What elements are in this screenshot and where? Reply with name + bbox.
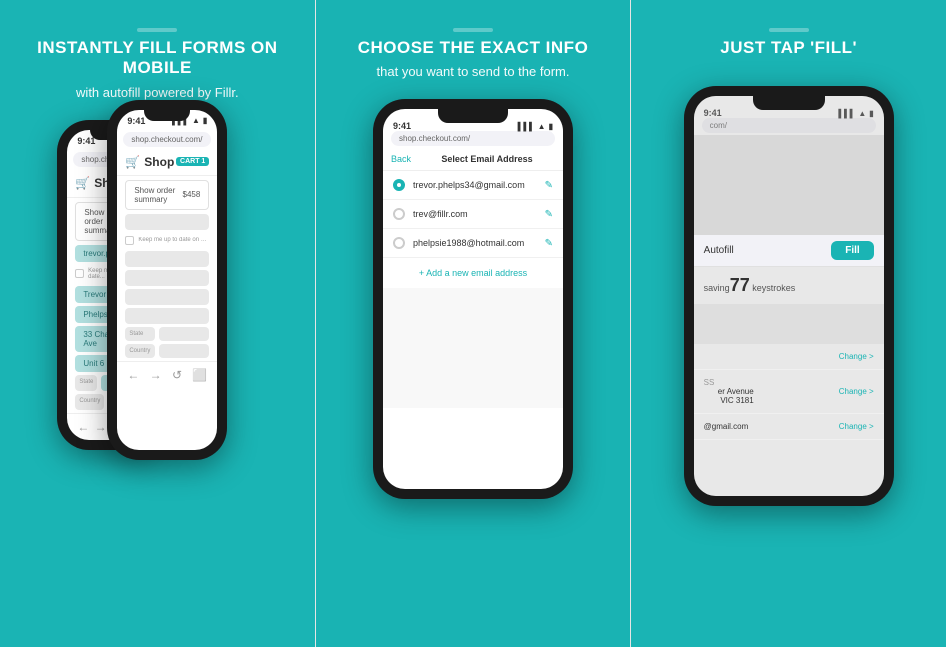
change-link-2[interactable]: Change >	[839, 387, 874, 396]
gap-area	[694, 304, 884, 344]
shop-label-front: Shop	[144, 155, 174, 169]
cart-icon-front: 🛒	[125, 155, 140, 169]
wifi-icon-3: ▲	[858, 109, 866, 118]
top-pill-3	[769, 28, 809, 32]
email-text-1: trevor.phelps34@gmail.com	[413, 180, 537, 190]
main-container: INSTANTLY FILL FORMS ON MOBILE with auto…	[0, 0, 946, 647]
top-pill	[137, 28, 177, 32]
autofill-row-2: SS er Avenue VIC 3181 Change >	[694, 370, 884, 414]
email-text-3: phelpsie1988@hotmail.com	[413, 238, 537, 248]
share-btn-front[interactable]: ⬜	[192, 368, 207, 382]
phone-stack-1: 9:41 ▌▌▌ ▲ ▮ shop.checkout.com/ 🛒 Sh	[87, 100, 227, 460]
email-select-header: Back Select Email Address	[383, 148, 563, 171]
battery-icon-2: ▮	[549, 122, 553, 131]
refresh-btn-front[interactable]: ↺	[172, 368, 182, 382]
phone-2: 9:41 ▌▌▌ ▲ ▮ shop.checkout.com/ Back Sel…	[373, 99, 573, 499]
status-icons-3: ▌▌▌ ▲ ▮	[838, 109, 873, 118]
autofill-row-3: @gmail.com Change >	[694, 414, 884, 440]
edit-icon-3[interactable]: ✎	[545, 238, 553, 249]
panel-1: INSTANTLY FILL FORMS ON MOBILE with auto…	[0, 0, 315, 647]
email-select-title: Select Email Address	[419, 154, 555, 164]
row2-value: er Avenue VIC 3181	[704, 387, 754, 405]
back-link-2[interactable]: Back	[391, 154, 411, 164]
edit-icon-1[interactable]: ✎	[545, 180, 553, 191]
autofill-row-1: Change >	[694, 344, 884, 370]
radio-selected[interactable]	[393, 179, 405, 191]
url-bar-3: com/	[702, 118, 876, 133]
field-fn-front	[125, 251, 209, 267]
checkbox-row-front: Keep me up to date on news and exclusive…	[117, 233, 217, 248]
phone-3: 9:41 ▌▌▌ ▲ ▮ com/ Autofill Fill	[684, 86, 894, 506]
field-unit-front	[125, 308, 209, 324]
signal-icon-3: ▌▌▌	[838, 109, 855, 118]
checkbox-back	[75, 269, 84, 278]
status-time-2: 9:41	[393, 121, 411, 131]
autofill-label: Autofill	[704, 245, 734, 256]
back-btn-front[interactable]: ←	[127, 368, 139, 382]
add-email-link[interactable]: + Add a new email address	[383, 258, 563, 288]
panel-2-title: CHOOSE THE EXACT INFO	[358, 38, 589, 58]
row3-value: @gmail.com	[704, 422, 735, 431]
status-icons-2: ▌▌▌ ▲ ▮	[518, 122, 553, 131]
panel-3: JUST TAP 'FILL' 9:41 ▌▌▌ ▲ ▮ com/	[631, 0, 946, 647]
cart-badge-front: CART 1	[176, 157, 209, 166]
change-link-1[interactable]: Change >	[839, 352, 874, 361]
field-ln-front	[125, 270, 209, 286]
panel-1-title: INSTANTLY FILL FORMS ON MOBILE	[16, 38, 299, 79]
fill-button[interactable]: Fill	[831, 241, 873, 260]
checkbox-label-front: Keep me up to date on news and exclusive…	[138, 237, 208, 243]
browser-bar-front: ← → ↺ ⬜	[117, 361, 217, 388]
signal-icon-2: ▌▌▌	[518, 122, 535, 131]
fwd-btn-front[interactable]: →	[150, 368, 162, 382]
url-bar-2: shop.checkout.com/	[391, 131, 555, 146]
keystroke-saving: saving77 keystrokes	[694, 267, 884, 304]
autofill-bar: Autofill Fill	[694, 235, 884, 267]
screen-bottom-area	[383, 288, 563, 408]
phone-front: 9:41 ▌▌▌ ▲ ▮ shop.checkout.com/ 🛒 Sh	[107, 100, 247, 460]
change-link-3[interactable]: Change >	[839, 422, 874, 431]
battery-icon-front: ▮	[203, 116, 207, 125]
email-option-1[interactable]: trevor.phelps34@gmail.com ✎	[383, 171, 563, 200]
battery-icon-3: ▮	[869, 109, 873, 118]
shop-logo-front: 🛒 Shop	[125, 155, 174, 169]
panel-2: CHOOSE THE EXACT INFO that you want to s…	[316, 0, 631, 647]
field-email-front	[125, 214, 209, 230]
panel-3-title: JUST TAP 'FILL'	[720, 38, 857, 58]
shop-header-front: 🛒 Shop CART 1	[117, 149, 217, 176]
email-option-2[interactable]: trev@fillr.com ✎	[383, 200, 563, 229]
saving-prefix: saving	[704, 283, 730, 293]
radio-empty-3[interactable]	[393, 237, 405, 249]
back-btn-back[interactable]: ←	[77, 420, 89, 434]
checkbox-front	[125, 236, 134, 245]
wifi-icon-2: ▲	[538, 122, 546, 131]
page-content-area	[694, 135, 884, 235]
saving-num: 77	[730, 275, 750, 295]
status-time-3: 9:41	[704, 108, 722, 118]
status-time-front: 9:41	[127, 116, 145, 126]
radio-empty-2[interactable]	[393, 208, 405, 220]
field-addr-front	[125, 289, 209, 305]
order-summary-front: Show order summary $458	[125, 180, 209, 210]
fwd-btn-back[interactable]: →	[95, 420, 107, 434]
email-text-2: trev@fillr.com	[413, 209, 537, 219]
top-pill-2	[453, 28, 493, 32]
row2-label: SS	[704, 378, 775, 387]
panel-2-subtitle: that you want to send to the form.	[377, 64, 570, 79]
order-price-front: $458	[183, 190, 201, 199]
url-bar-front: shop.checkout.com/	[123, 132, 211, 147]
edit-icon-2[interactable]: ✎	[545, 209, 553, 220]
saving-suffix: keystrokes	[750, 283, 796, 293]
order-summary-label-front: Show order summary	[134, 186, 182, 204]
panel-1-subtitle: with autofill powered by Fillr.	[76, 85, 239, 100]
cart-icon-back: 🛒	[75, 176, 90, 190]
email-option-3[interactable]: phelpsie1988@hotmail.com ✎	[383, 229, 563, 258]
wifi-icon-front: ▲	[192, 116, 200, 125]
